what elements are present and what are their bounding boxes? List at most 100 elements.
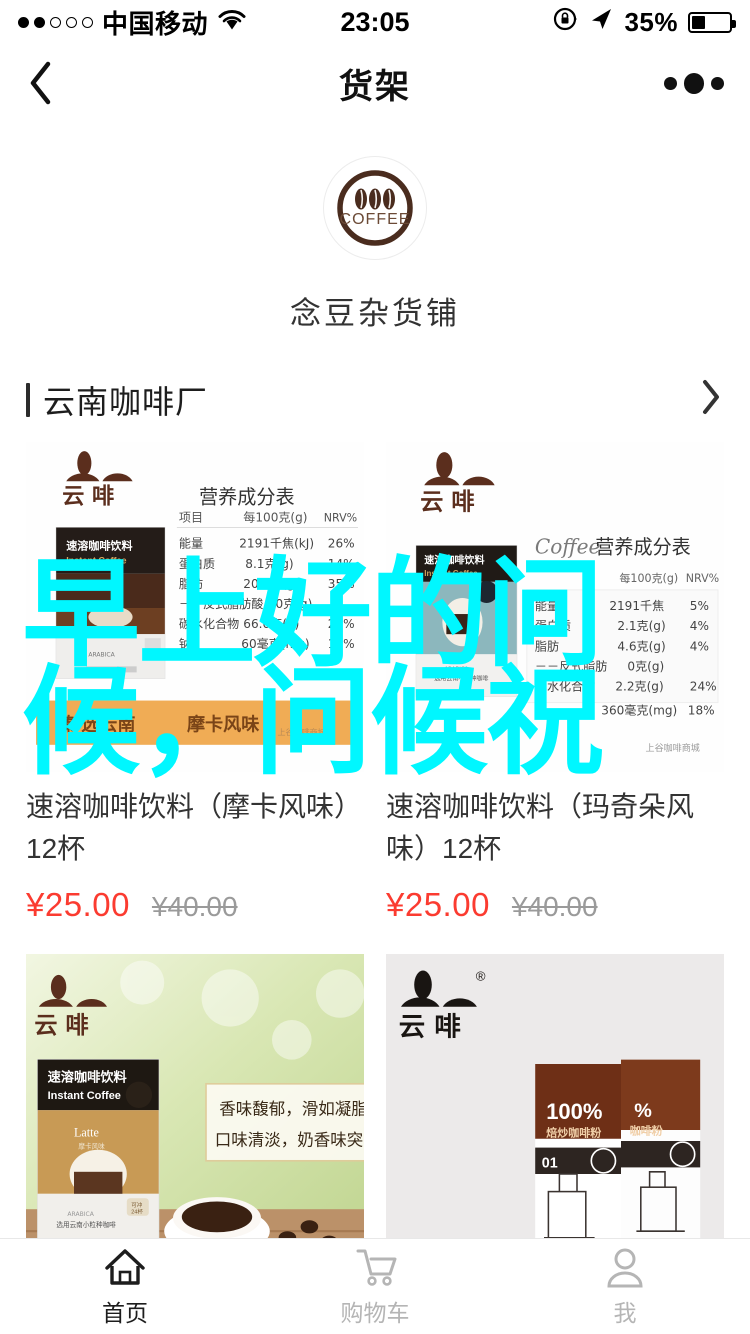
- svg-text:66.0克(g): 66.0克(g): [243, 617, 299, 631]
- product-image-roasted-powder: ® 云 啡 100% 焙炒咖啡粉 % 咖啡粉 01: [386, 954, 724, 1284]
- svg-text:8.1克(g): 8.1克(g): [245, 557, 293, 571]
- product-card[interactable]: ® 云 啡 100% 焙炒咖啡粉 % 咖啡粉 01: [386, 954, 724, 1284]
- svg-text:4%: 4%: [690, 639, 709, 653]
- rotation-lock-icon: [552, 6, 578, 39]
- svg-text:摩卡风味: 摩卡风味: [187, 714, 259, 736]
- product-title: 速溶咖啡饮料（摩卡风味）12杯: [26, 791, 363, 864]
- svg-text:Instant Coffee: Instant Coffee: [48, 1090, 121, 1102]
- svg-text:2.1克(g): 2.1克(g): [617, 619, 665, 633]
- product-original-price: ¥40.00: [511, 891, 598, 922]
- section-title: 云南咖啡厂: [43, 383, 209, 420]
- svg-text:速溶咖啡饮料: 速溶咖啡饮料: [424, 554, 484, 567]
- section-header-left: 云南咖啡厂: [26, 377, 208, 423]
- svg-text:碳水化合物: 碳水化合物: [535, 678, 595, 693]
- svg-text:焙炒咖啡粉: 焙炒咖啡粉: [546, 1126, 601, 1140]
- cart-icon: [356, 1249, 397, 1286]
- svg-text:24%: 24%: [328, 617, 355, 631]
- svg-text:35%: 35%: [328, 577, 355, 591]
- chevron-right-icon[interactable]: [698, 375, 724, 424]
- svg-text:每100克(g): 每100克(g): [619, 571, 678, 585]
- wifi-icon: [217, 7, 247, 38]
- svg-text:5%: 5%: [690, 599, 709, 613]
- section-header-yunnan-coffee-factory[interactable]: 云南咖啡厂: [0, 359, 750, 442]
- svg-text:NRV%: NRV%: [686, 572, 719, 585]
- product-image-mocha: 云 啡 速溶咖啡饮料 Instant Coffee ARABICA 营养成分表 …: [26, 442, 364, 772]
- svg-text:%: %: [634, 1100, 652, 1122]
- product-original-price: ¥40.00: [151, 891, 238, 922]
- user-icon: [607, 1248, 643, 1287]
- svg-text:24%: 24%: [690, 679, 717, 693]
- svg-text:选用云南小粒种咖啡: 选用云南小粒种咖啡: [56, 1220, 116, 1229]
- svg-text:Latte: Latte: [74, 1126, 99, 1140]
- svg-text:脂肪: 脂肪: [535, 638, 559, 653]
- product-card[interactable]: 云 啡 速溶咖啡饮料 Instant Coffee Latte 摩卡风味 可冲 …: [26, 954, 364, 1284]
- svg-text:云 啡: 云 啡: [62, 483, 114, 509]
- svg-text:咖啡粉: 咖啡粉: [630, 1123, 663, 1137]
- svg-text:能量: 能量: [179, 537, 203, 551]
- bottom-tab-bar: 首页 购物车 我: [0, 1238, 750, 1334]
- more-dots-icon: [664, 76, 677, 90]
- svg-text:能量: 能量: [535, 599, 559, 613]
- signal-strength-icon: [18, 16, 93, 28]
- svg-text:可冲: 可冲: [131, 1201, 143, 1209]
- more-options-button[interactable]: [664, 72, 724, 94]
- tab-profile[interactable]: 我: [500, 1246, 750, 1328]
- product-price: ¥25.00: [26, 886, 130, 923]
- shop-name: 念豆杂货铺: [290, 296, 460, 331]
- svg-text:18%: 18%: [328, 637, 355, 651]
- page-title: 货架: [339, 67, 411, 106]
- location-arrow-icon: [588, 6, 614, 39]
- svg-text:ARABICA: ARABICA: [67, 1211, 94, 1218]
- svg-text:钠: 钠: [535, 703, 547, 718]
- section-accent-bar: [26, 382, 30, 417]
- tab-label-cart: 购物车: [340, 1299, 410, 1326]
- more-dots-icon: [711, 76, 724, 90]
- svg-text:香味馥郁，滑如凝脂: 香味馥郁，滑如凝脂: [219, 1100, 364, 1119]
- svg-text:01: 01: [542, 1155, 558, 1171]
- home-icon: [105, 1248, 145, 1285]
- status-bar: 中国移动 23:05 35%: [0, 0, 750, 44]
- product-image-macchiato: 云 啡 速溶咖啡饮料 Instant Coffee ARABICA 选用云南小粒…: [386, 442, 724, 772]
- svg-text:Coffee: Coffee: [535, 535, 601, 559]
- tab-label-home: 首页: [102, 1299, 148, 1326]
- svg-text:4.6克(g): 4.6克(g): [617, 639, 665, 653]
- svg-text:60毫克(mg): 60毫克(mg): [241, 636, 309, 651]
- svg-text:项目: 项目: [179, 510, 203, 524]
- svg-text:速溶咖啡饮料: 速溶咖啡饮料: [48, 1069, 128, 1086]
- svg-text:ARABICA: ARABICA: [88, 651, 115, 658]
- svg-text:26%: 26%: [328, 537, 355, 551]
- svg-text:2191千焦: 2191千焦: [609, 599, 664, 613]
- status-bar-time: 23:05: [340, 6, 410, 37]
- svg-text:0克(g): 0克(g): [627, 659, 664, 673]
- svg-text:选用云南小粒种咖啡: 选用云南小粒种咖啡: [434, 674, 488, 682]
- svg-text:2.2克(g): 2.2克(g): [615, 679, 663, 693]
- status-bar-left: 中国移动: [18, 4, 340, 41]
- svg-text:营养成分表: 营养成分表: [199, 485, 295, 508]
- product-title: 速溶咖啡饮料（玛奇朵风味）12杯: [386, 791, 695, 864]
- svg-text:24杯: 24杯: [131, 1208, 143, 1216]
- svg-text:20.9克(g): 20.9克(g): [243, 577, 299, 591]
- svg-text:NRV%: NRV%: [324, 511, 357, 524]
- svg-text:360毫克(mg): 360毫克(mg): [601, 703, 677, 718]
- svg-text:云 啡: 云 啡: [399, 1011, 461, 1042]
- svg-text:18%: 18%: [688, 704, 715, 718]
- carrier-name: 中国移动: [102, 8, 209, 39]
- back-button[interactable]: [26, 58, 86, 108]
- product-price: ¥25.00: [386, 886, 490, 923]
- svg-text:蛋白质: 蛋白质: [535, 618, 571, 633]
- shop-logo[interactable]: COFFEE: [323, 156, 427, 260]
- svg-text:14%: 14%: [328, 557, 355, 571]
- svg-text:碳水化合物: 碳水化合物: [179, 616, 239, 631]
- svg-text:上谷咖啡商城: 上谷咖啡商城: [277, 727, 325, 737]
- product-card[interactable]: 云 啡 速溶咖啡饮料 Instant Coffee ARABICA 选用云南小粒…: [386, 442, 724, 924]
- tab-cart[interactable]: 购物车: [250, 1246, 500, 1328]
- svg-text:蛋白质: 蛋白质: [179, 556, 215, 571]
- tab-label-profile: 我: [613, 1299, 637, 1326]
- coffee-shop-logo-icon: COFFEE: [337, 170, 413, 246]
- svg-text:速溶咖啡饮料: 速溶咖啡饮料: [66, 539, 132, 553]
- battery-icon: [688, 11, 736, 33]
- tab-home[interactable]: 首页: [0, 1246, 250, 1328]
- product-card[interactable]: 云 啡 速溶咖啡饮料 Instant Coffee ARABICA 营养成分表 …: [26, 442, 364, 924]
- svg-text:营养成分表: 营养成分表: [595, 536, 691, 559]
- battery-percent: 35%: [624, 6, 678, 37]
